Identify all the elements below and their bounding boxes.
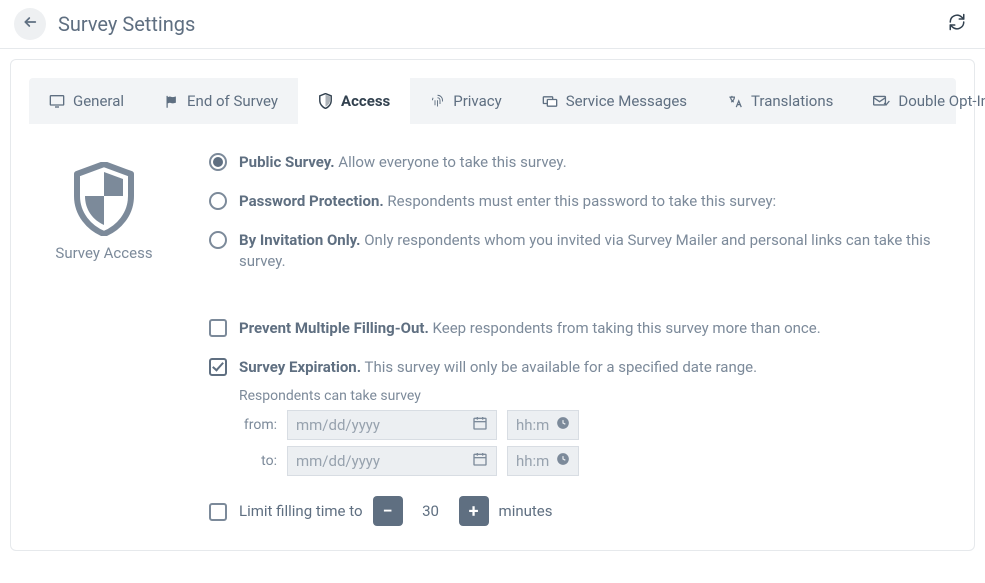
expiration-sublabel: Respondents can take survey — [239, 388, 956, 404]
expiration-to-row: to: mm/dd/yyyy hh:mm — [239, 446, 956, 476]
option-desc: This survey will only be available for a… — [361, 358, 757, 376]
to-date-input[interactable]: mm/dd/yyyy — [287, 446, 497, 476]
page-header: Survey Settings — [0, 0, 985, 49]
tab-general[interactable]: General — [29, 78, 144, 124]
from-time-input[interactable]: hh:mm — [507, 410, 579, 440]
option-limit-time: Limit filling time to − 30 + minutes — [209, 496, 956, 526]
minutes-label: minutes — [499, 502, 553, 520]
tab-translations[interactable]: Translations — [707, 78, 853, 124]
tab-end-of-survey[interactable]: End of Survey — [144, 78, 298, 124]
radio-password[interactable] — [209, 192, 227, 210]
clock-icon — [556, 416, 570, 434]
from-label: from: — [239, 417, 277, 433]
options-column: Public Survey. Allow everyone to take th… — [209, 152, 956, 526]
option-invitation-only[interactable]: By Invitation Only. Only respondents who… — [209, 230, 956, 272]
plus-icon: + — [469, 501, 479, 522]
option-title: Survey Expiration. — [239, 358, 361, 376]
tab-label: Service Messages — [566, 92, 687, 110]
option-title: Public Survey. — [239, 153, 335, 171]
date-placeholder: mm/dd/yyyy — [296, 416, 380, 434]
calendar-icon — [472, 415, 488, 435]
settings-card: General End of Survey Access Privacy Ser… — [10, 59, 975, 551]
option-title: By Invitation Only. — [239, 231, 361, 249]
tab-label: End of Survey — [187, 92, 278, 110]
radio-invitation[interactable] — [209, 231, 227, 249]
back-button[interactable] — [14, 8, 46, 40]
option-prevent-multiple[interactable]: Prevent Multiple Filling-Out. Keep respo… — [209, 318, 956, 339]
clock-icon — [556, 452, 570, 470]
option-desc: Keep respondents from taking this survey… — [429, 319, 821, 337]
expiration-from-row: from: mm/dd/yyyy hh:mm — [239, 410, 956, 440]
access-content: Survey Access Public Survey. Allow every… — [11, 124, 974, 550]
to-time-input[interactable]: hh:mm — [507, 446, 579, 476]
date-placeholder: mm/dd/yyyy — [296, 452, 380, 470]
shield-icon — [318, 93, 333, 109]
time-placeholder: hh:mm — [516, 416, 550, 434]
tab-label: Access — [341, 92, 390, 110]
stepper-plus[interactable]: + — [459, 496, 489, 526]
checkbox-expiration[interactable] — [209, 358, 227, 376]
option-desc: Allow everyone to take this survey. — [335, 153, 567, 171]
minus-icon: − — [383, 501, 393, 522]
option-text: Public Survey. Allow everyone to take th… — [239, 152, 567, 173]
checkbox-prevent-multiple[interactable] — [209, 319, 227, 337]
limit-label: Limit filling time to — [239, 502, 363, 520]
fingerprint-icon — [430, 94, 445, 109]
translate-icon — [727, 94, 743, 109]
tab-label: Privacy — [453, 92, 501, 110]
option-text: Password Protection. Respondents must en… — [239, 191, 776, 212]
option-title: Prevent Multiple Filling-Out. — [239, 319, 429, 337]
stepper-value: 30 — [413, 502, 449, 520]
messages-icon — [542, 94, 558, 109]
calendar-icon — [472, 451, 488, 471]
option-survey-expiration[interactable]: Survey Expiration. This survey will only… — [209, 357, 956, 378]
option-desc: Respondents must enter this password to … — [384, 192, 776, 210]
section-label: Survey Access — [29, 244, 179, 262]
refresh-icon — [948, 13, 966, 35]
option-public-survey[interactable]: Public Survey. Allow everyone to take th… — [209, 152, 956, 173]
from-date-input[interactable]: mm/dd/yyyy — [287, 410, 497, 440]
option-text: By Invitation Only. Only respondents who… — [239, 230, 956, 272]
tab-label: Translations — [751, 92, 833, 110]
stepper-minus[interactable]: − — [373, 496, 403, 526]
flag-icon — [164, 94, 179, 109]
to-label: to: — [239, 453, 277, 469]
radio-public[interactable] — [209, 153, 227, 171]
tab-double-opt-in[interactable]: Double Opt-In — [853, 78, 985, 124]
tabs-bar: General End of Survey Access Privacy Ser… — [29, 78, 956, 124]
checkbox-limit-time[interactable] — [209, 503, 227, 521]
large-shield-icon — [73, 162, 135, 236]
tab-service-messages[interactable]: Service Messages — [522, 78, 707, 124]
option-password-protection[interactable]: Password Protection. Respondents must en… — [209, 191, 956, 212]
option-text: Prevent Multiple Filling-Out. Keep respo… — [239, 318, 821, 339]
tab-label: Double Opt-In — [898, 92, 985, 110]
general-icon — [49, 94, 65, 108]
tab-access[interactable]: Access — [298, 78, 410, 124]
section-icon-column: Survey Access — [29, 152, 179, 526]
option-text: Survey Expiration. This survey will only… — [239, 357, 757, 378]
envelope-check-icon — [873, 94, 890, 108]
page-title: Survey Settings — [58, 12, 943, 36]
time-placeholder: hh:mm — [516, 452, 550, 470]
tab-label: General — [73, 92, 124, 110]
option-title: Password Protection. — [239, 192, 384, 210]
refresh-button[interactable] — [943, 10, 971, 38]
arrow-left-icon — [22, 14, 38, 34]
tab-privacy[interactable]: Privacy — [410, 78, 521, 124]
